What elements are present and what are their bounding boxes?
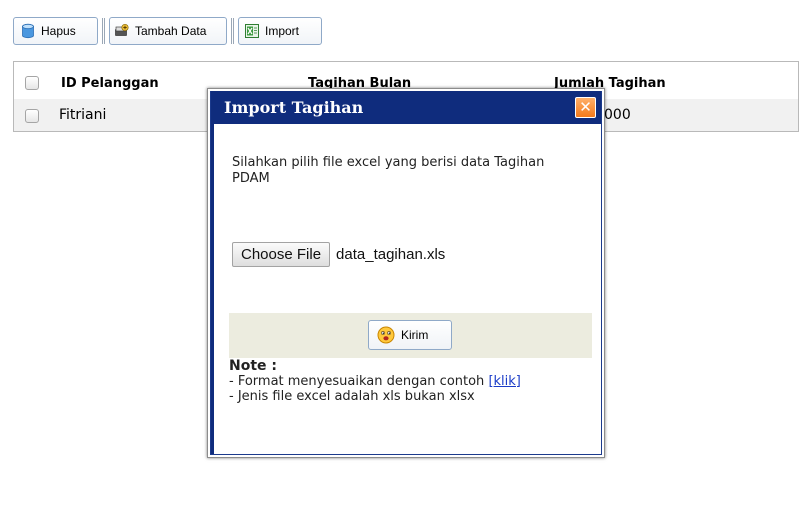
file-input: Choose File data_tagihan.xls xyxy=(232,242,445,267)
close-icon: ✕ xyxy=(579,98,592,116)
database-icon xyxy=(20,23,36,39)
close-button[interactable]: ✕ xyxy=(575,97,596,118)
tambah-data-button[interactable]: Tambah Data xyxy=(109,17,227,45)
toolbar: Hapus Tambah Data Import xyxy=(13,16,322,46)
submit-bar: Kirim xyxy=(229,313,592,358)
note-title: Note : xyxy=(229,358,277,374)
import-dialog: Import Tagihan ✕ Silahkan pilih file exc… xyxy=(207,88,605,458)
import-label: Import xyxy=(265,24,300,38)
smiley-icon xyxy=(377,326,395,344)
cell-jumlah-tagihan: 000 xyxy=(604,107,631,123)
choose-file-button[interactable]: Choose File xyxy=(232,242,331,267)
toolbar-separator xyxy=(231,18,234,44)
hapus-label: Hapus xyxy=(41,24,76,38)
kirim-button[interactable]: Kirim xyxy=(368,320,452,350)
dialog-instruction: Silahkan pilih file excel yang berisi da… xyxy=(232,155,545,186)
row-checkbox[interactable] xyxy=(25,109,39,123)
dialog-frame: Import Tagihan ✕ Silahkan pilih file exc… xyxy=(210,91,602,455)
note-line-format: - Format menyesuaikan dengan contoh [kli… xyxy=(229,374,521,389)
cell-id-pelanggan: Fitriani xyxy=(59,107,107,123)
import-button[interactable]: Import xyxy=(238,17,322,45)
dialog-title-bar[interactable]: Import Tagihan xyxy=(211,91,601,124)
dialog-left-border xyxy=(211,124,214,454)
excel-icon xyxy=(244,23,260,39)
note-line-format-text: - Format menyesuaikan dengan contoh xyxy=(229,374,489,389)
hapus-button[interactable]: Hapus xyxy=(13,17,98,45)
selected-file-name: data_tagihan.xls xyxy=(336,246,446,263)
column-header-id-pelanggan[interactable]: ID Pelanggan xyxy=(61,76,159,91)
kirim-label: Kirim xyxy=(401,328,429,342)
tambah-data-label: Tambah Data xyxy=(135,24,207,38)
select-all-checkbox[interactable] xyxy=(25,76,39,90)
dialog-title: Import Tagihan xyxy=(224,98,364,117)
example-link[interactable]: [klik] xyxy=(488,374,520,389)
add-record-icon xyxy=(114,23,130,39)
note-line-filetype: - Jenis file excel adalah xls bukan xlsx xyxy=(229,389,475,404)
toolbar-separator xyxy=(102,18,105,44)
note-section: Note : - Format menyesuaikan dengan cont… xyxy=(229,358,521,405)
